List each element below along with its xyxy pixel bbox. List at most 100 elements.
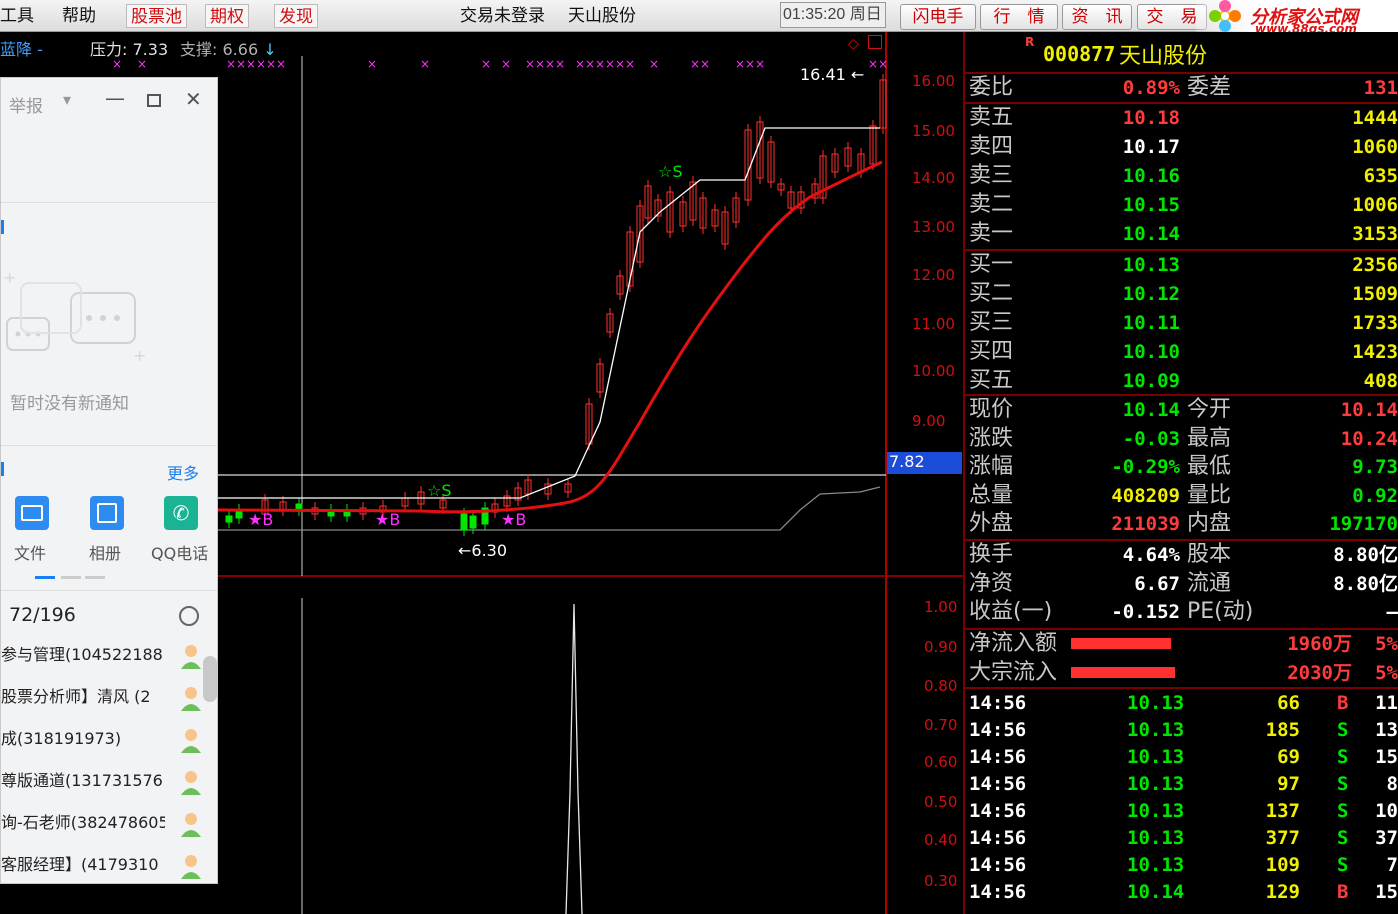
tick-count: 15 xyxy=(1375,746,1398,768)
flow-bar xyxy=(1071,638,1171,649)
price-tick-label: 16.00 xyxy=(912,72,955,90)
bid-level[interactable]: 买二 10.12 1509 xyxy=(965,280,1398,308)
action-album[interactable]: 相册 xyxy=(89,540,121,564)
contact-item[interactable]: 客服经理】(4179310 xyxy=(1,844,217,886)
signal-dot: × xyxy=(700,57,710,71)
down-arrow-icon: ↓ xyxy=(263,40,277,59)
flow-pct: 5% xyxy=(1375,633,1398,655)
contact-item[interactable]: 股票分析师】清风 (2 xyxy=(1,676,217,718)
tick-price: 10.13 xyxy=(1127,800,1185,822)
phone-icon[interactable]: ✆ xyxy=(164,496,198,530)
action-qq-phone[interactable]: QQ电话 xyxy=(151,540,208,564)
tick-count: 13 xyxy=(1375,719,1398,741)
diamond-icon[interactable]: ◇ xyxy=(848,36,859,52)
tab-flash-trade[interactable]: 闪电手 xyxy=(900,4,976,30)
sub-tick-label: 0.30 xyxy=(924,872,958,890)
level-volume: 1444 xyxy=(1352,107,1398,129)
tick-count: 37 xyxy=(1375,827,1398,849)
tick-price: 10.13 xyxy=(1127,773,1185,795)
ask-level[interactable]: 卖三 10.16 635 xyxy=(965,162,1398,190)
signal-dot: × xyxy=(735,57,745,71)
low-value: 6.30 xyxy=(471,541,508,560)
support-label: 支撑: xyxy=(180,40,218,59)
sell-label: S xyxy=(441,481,452,500)
tick-time: 14:56 xyxy=(969,800,1027,822)
quote-label: 最低 xyxy=(1187,454,1232,479)
dropdown-icon[interactable]: ▾ xyxy=(63,90,71,109)
quote-value: 211039 xyxy=(1111,513,1180,535)
tick-direction: B xyxy=(1337,881,1349,903)
quote-label: 量比 xyxy=(1187,482,1232,508)
tick-count: 11 xyxy=(1375,692,1398,714)
signal-dot: × xyxy=(605,57,615,71)
level-price: 10.15 xyxy=(1122,194,1180,216)
level-volume: 1060 xyxy=(1352,136,1398,158)
level-volume: 1733 xyxy=(1352,312,1398,334)
tick-count: 8 xyxy=(1386,773,1398,795)
tick-price: 10.14 xyxy=(1127,881,1185,903)
flow-value: 2030万 xyxy=(1287,661,1352,684)
bid-level[interactable]: 买一 10.13 2356 xyxy=(965,251,1398,279)
sell-label: S xyxy=(672,162,683,181)
album-icon[interactable] xyxy=(90,496,124,530)
quote-label: 涨跌 xyxy=(969,425,1014,451)
tick-price: 10.13 xyxy=(1127,827,1185,849)
maximize-icon[interactable] xyxy=(147,94,161,107)
empty-notice: 暂时没有新通知 xyxy=(10,394,129,414)
tick-price: 10.13 xyxy=(1127,746,1185,768)
menu-tools[interactable]: 工具 xyxy=(0,4,38,28)
buy-signal-3: ★B xyxy=(501,510,527,529)
contact-item[interactable]: 询-石老师(382478605 xyxy=(1,802,217,844)
tick-direction: S xyxy=(1337,800,1349,822)
signal-dot: × xyxy=(481,57,491,71)
tick-volume: 69 xyxy=(1277,746,1300,768)
tick-volume: 109 xyxy=(1265,854,1300,876)
ask-level[interactable]: 卖一 10.14 3153 xyxy=(965,220,1398,248)
flow-label: 大宗流入 xyxy=(969,659,1058,685)
price-tick-label: 14.00 xyxy=(912,169,955,187)
tick-direction: B xyxy=(1337,692,1349,714)
quote-row: 现价 10.14 今开 10.14 xyxy=(965,396,1398,424)
bid-level[interactable]: 买五 10.09 408 xyxy=(965,367,1398,395)
close-icon[interactable]: ✕ xyxy=(185,87,202,111)
level-label: 买二 xyxy=(969,281,1014,306)
buy-signal-1: ★B xyxy=(248,510,274,529)
wei-ratio: 0.89% xyxy=(1122,77,1180,99)
finance-value: 8.80亿 xyxy=(1333,544,1398,566)
menu-stock-pool[interactable]: 股票池 xyxy=(126,4,187,28)
tab-quotes[interactable]: 行 情 xyxy=(980,4,1058,30)
file-icon[interactable] xyxy=(15,496,49,530)
action-file[interactable]: 文件 xyxy=(14,540,46,564)
bid-level[interactable]: 买四 10.10 1423 xyxy=(965,338,1398,366)
page-indicator xyxy=(85,576,105,579)
menu-help[interactable]: 帮助 xyxy=(58,4,100,28)
price-marker: 7.82 xyxy=(889,452,925,471)
candle-body xyxy=(460,513,468,531)
level-price: 10.16 xyxy=(1122,165,1180,187)
report-title[interactable]: 举报 xyxy=(9,92,43,117)
wei-ratio-label: 委比 xyxy=(969,75,1014,100)
contact-item[interactable]: 参与管理(104522188 xyxy=(1,634,217,676)
tick-row: 14:56 10.13 69 S 15 xyxy=(965,744,1398,771)
menu-discover[interactable]: 发现 xyxy=(274,4,318,28)
search-icon[interactable] xyxy=(179,606,199,626)
tick-direction: S xyxy=(1337,854,1349,876)
quote-label: 内盘 xyxy=(1187,511,1232,536)
tab-news[interactable]: 资 讯 xyxy=(1062,4,1132,30)
contact-item[interactable]: 尊版通道(131731576 xyxy=(1,760,217,802)
ask-level[interactable]: 卖四 10.17 1060 xyxy=(965,133,1398,161)
bid-level[interactable]: 买三 10.11 1733 xyxy=(965,309,1398,337)
ask-level[interactable]: 卖二 10.15 1006 xyxy=(965,191,1398,219)
more-link[interactable]: 更多 xyxy=(167,460,199,484)
signal-dot: × xyxy=(367,57,377,71)
panel-toggle-icon[interactable] xyxy=(868,35,882,49)
contact-item[interactable]: 成(318191973) xyxy=(1,718,217,760)
ask-level[interactable]: 卖五 10.18 1444 xyxy=(965,104,1398,132)
avatar-icon xyxy=(179,727,203,753)
svg-text:+: + xyxy=(3,268,16,287)
minimize-icon[interactable]: — xyxy=(105,86,125,110)
menu-options[interactable]: 期权 xyxy=(205,4,249,28)
quote-value: 0.92 xyxy=(1352,484,1398,507)
finance-value: -0.152 xyxy=(1111,601,1180,623)
buy-label: B xyxy=(389,510,401,529)
